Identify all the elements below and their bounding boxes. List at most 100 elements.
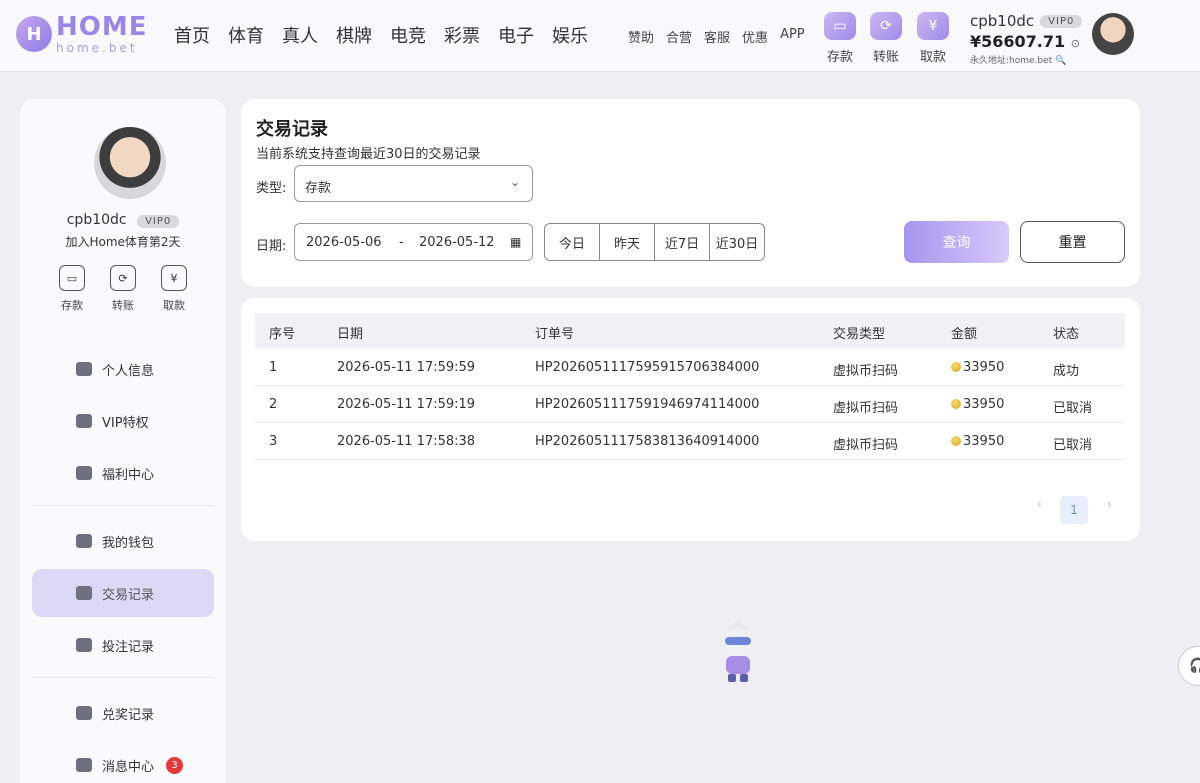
col-date: 日期 (337, 327, 364, 342)
date-range-picker[interactable]: 2026-05-06 - 2026-05-12 ▦ (294, 223, 533, 261)
header-deposit-button[interactable]: ▭ 存款 (820, 12, 860, 65)
filter-card: 交易记录 当前系统支持查询最近30日的交易记录 类型: 存款 ⌄ 日期: 202… (241, 99, 1140, 287)
sidebar-item-welfare[interactable]: 福利中心 (32, 449, 214, 497)
join-days: 加入Home体育第2天 (65, 235, 181, 249)
logo-sub: home.bet (56, 41, 138, 55)
pagination-current[interactable]: 1 (1060, 496, 1088, 524)
account-summary: cpb10dc VIP0 ¥56607.71 ⊙ 永久地址:home.bet 🔍 (970, 12, 1083, 66)
chevron-down-icon: ⌄ (509, 175, 520, 189)
sidebar-withdraw-button[interactable]: ¥ 取款 (159, 265, 189, 313)
date-end[interactable]: 2026-05-12 (419, 235, 495, 250)
col-order: 订单号 (535, 327, 575, 342)
bell-icon (76, 758, 92, 772)
crown-icon (76, 414, 92, 428)
date-label: 日期: (256, 239, 287, 254)
header-withdraw-button[interactable]: ¥ 取款 (913, 12, 953, 65)
profile-vip-badge: VIP0 (137, 215, 180, 228)
sidebar-deposit-button[interactable]: ▭ 存款 (57, 265, 87, 313)
logo-mark: H (16, 16, 52, 52)
col-amount: 金额 (951, 327, 978, 342)
reset-button[interactable]: 重置 (1020, 221, 1125, 263)
mascot-illustration (724, 620, 752, 682)
quick-date-30days[interactable]: 近30日 (710, 224, 764, 260)
bet-record-icon (76, 638, 92, 652)
sidebar-item-vip[interactable]: VIP特权 (32, 397, 214, 445)
search-icon[interactable]: 🔍 (1055, 56, 1066, 66)
nav-sports[interactable]: 体育 (228, 22, 264, 48)
quick-date-7days[interactable]: 近7日 (655, 224, 710, 260)
profile-avatar (94, 127, 166, 199)
nav-lottery[interactable]: 彩票 (444, 22, 480, 48)
yen-icon: ¥ (161, 265, 187, 291)
calendar-icon[interactable]: ▦ (510, 235, 521, 249)
sidebar: cpb10dc VIP0 加入Home体育第2天 ▭ 存款 ⟳ 转账 ¥ 取款 … (20, 99, 226, 783)
query-button[interactable]: 查询 (904, 221, 1009, 263)
coin-icon (951, 399, 961, 409)
headset-icon[interactable]: 🎧 (1178, 646, 1200, 686)
sub-nav: 赞助 合营 客服 优惠 APP (628, 27, 817, 46)
balance: ¥56607.71 (970, 32, 1066, 51)
pagination-next[interactable]: › (1107, 497, 1112, 511)
page-subtitle: 当前系统支持查询最近30日的交易记录 (256, 147, 481, 162)
avatar[interactable] (1092, 13, 1134, 55)
nav-service[interactable]: 客服 (704, 27, 730, 46)
vip-badge: VIP0 (1040, 14, 1083, 28)
nav-live[interactable]: 真人 (282, 22, 318, 48)
coin-icon (951, 436, 961, 446)
sidebar-item-wallet[interactable]: 我的钱包 (32, 517, 214, 565)
nav-partner[interactable]: 合营 (666, 27, 692, 46)
refresh-icon[interactable]: ⊙ (1071, 37, 1080, 50)
coin-icon (951, 362, 961, 372)
sidebar-item-bets[interactable]: 投注记录 (32, 621, 214, 669)
quick-date-today[interactable]: 今日 (545, 224, 600, 260)
profile-name-row: cpb10dc VIP0 (20, 212, 226, 228)
permanent-url: 永久地址:home.bet (970, 56, 1053, 66)
transfer-icon: ⟳ (110, 265, 136, 291)
id-card-icon (76, 362, 92, 376)
col-status: 状态 (1053, 327, 1080, 342)
col-type: 交易类型 (833, 327, 886, 342)
status-badge: 已取消 (1053, 438, 1093, 453)
quick-date-yesterday[interactable]: 昨天 (600, 224, 655, 260)
status-badge: 成功 (1053, 364, 1080, 379)
sidebar-item-messages[interactable]: 消息中心 3 (32, 741, 214, 783)
sidebar-item-redeem[interactable]: 兑奖记录 (32, 689, 214, 737)
nav-chess[interactable]: 棋牌 (336, 22, 372, 48)
date-start[interactable]: 2026-05-06 (306, 235, 382, 250)
type-select[interactable]: 存款 ⌄ (294, 165, 533, 202)
nav-entertainment[interactable]: 娱乐 (552, 22, 588, 48)
transfer-icon: ⟳ (870, 12, 902, 40)
divider (32, 505, 214, 506)
nav-slots[interactable]: 电子 (498, 22, 534, 48)
gift-ticket-icon (76, 466, 92, 480)
main-nav: 首页 体育 真人 棋牌 电竞 彩票 电子 娱乐 (174, 22, 606, 48)
nav-promo[interactable]: 优惠 (742, 27, 768, 46)
table-row[interactable]: 2 2026-05-11 17:59:19 HP2026051117591946… (255, 386, 1125, 423)
wallet-icon (76, 534, 92, 548)
sidebar-item-transactions[interactable]: 交易记录 (32, 569, 214, 617)
nav-home[interactable]: 首页 (174, 22, 210, 48)
unread-badge: 3 (166, 756, 184, 774)
table-row[interactable]: 3 2026-05-11 17:58:38 HP2026051117583813… (255, 423, 1125, 460)
quick-date-group: 今日 昨天 近7日 近30日 (544, 223, 765, 261)
pagination-prev[interactable]: ‹ (1037, 497, 1042, 511)
sidebar-transfer-button[interactable]: ⟳ 转账 (108, 265, 138, 313)
wallet-icon: ▭ (59, 265, 85, 291)
divider (32, 677, 214, 678)
type-select-value: 存款 (305, 181, 332, 196)
yen-icon: ¥ (917, 12, 949, 40)
nav-esports[interactable]: 电竞 (390, 22, 426, 48)
table-row[interactable]: 1 2026-05-11 17:59:59 HP2026051117595915… (255, 349, 1125, 386)
logo-name: HOME (56, 12, 148, 42)
date-separator: - (399, 235, 404, 250)
nav-app[interactable]: APP (780, 27, 805, 46)
nav-sponsor[interactable]: 赞助 (628, 27, 654, 46)
sidebar-item-profile[interactable]: 个人信息 (32, 345, 214, 393)
transaction-record-icon (76, 586, 92, 600)
wallet-icon: ▭ (824, 12, 856, 40)
logo[interactable]: H HOME home.bet (16, 14, 148, 54)
type-label: 类型: (256, 181, 287, 196)
status-badge: 已取消 (1053, 401, 1093, 416)
header-transfer-button[interactable]: ⟳ 转账 (866, 12, 906, 65)
col-index: 序号 (269, 327, 296, 342)
